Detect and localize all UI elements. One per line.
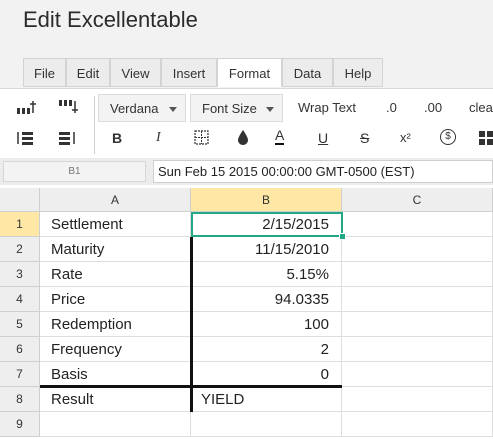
cell-b9[interactable] — [191, 412, 342, 437]
cell-b4[interactable]: 94.0335 — [191, 287, 342, 312]
chevron-down-icon — [266, 107, 274, 112]
column-header-a[interactable]: A — [40, 188, 191, 212]
cell-a8[interactable]: Result — [40, 387, 191, 412]
row-header[interactable]: 2 — [0, 237, 40, 262]
tab-help[interactable]: Help — [333, 58, 383, 87]
cell-c3[interactable] — [342, 262, 493, 287]
font-family-dropdown[interactable]: Verdana — [98, 94, 186, 122]
insert-column-left-icon[interactable] — [16, 130, 36, 146]
cell-c4[interactable] — [342, 287, 493, 312]
cell-c9[interactable] — [342, 412, 493, 437]
font-color-button[interactable]: A — [275, 128, 285, 145]
cell-a7[interactable]: Basis — [40, 362, 191, 387]
row-header[interactable]: 5 — [0, 312, 40, 337]
cell-b8[interactable]: YIELD — [191, 387, 342, 412]
active-cell-selection — [191, 212, 343, 237]
column-header-c[interactable]: C — [342, 188, 493, 212]
cell-a4[interactable]: Price — [40, 287, 191, 312]
title-bar: Edit Excellentable — [0, 0, 493, 48]
fill-color-icon[interactable] — [236, 129, 250, 146]
insert-column-right-icon[interactable] — [58, 130, 78, 146]
wrap-text-button[interactable]: Wrap Text — [298, 100, 356, 115]
tab-insert[interactable]: Insert — [161, 58, 217, 87]
underline-button[interactable]: U — [318, 130, 328, 146]
increase-decimal-button[interactable]: .00 — [424, 100, 442, 115]
cell-border-bottom — [40, 385, 342, 388]
font-size-dropdown[interactable]: Font Size — [190, 94, 283, 122]
cell-a6[interactable]: Frequency — [40, 337, 191, 362]
cell-b2[interactable]: 11/15/2010 — [191, 237, 342, 262]
row-header[interactable]: 4 — [0, 287, 40, 312]
font-family-value: Verdana — [110, 101, 159, 116]
tab-data[interactable]: Data — [282, 58, 333, 87]
italic-button[interactable]: I — [156, 130, 161, 146]
select-all-corner[interactable] — [0, 188, 40, 212]
decrease-decimal-button[interactable]: .0 — [386, 100, 397, 115]
tab-view[interactable]: View — [110, 58, 161, 87]
cell-b5[interactable]: 100 — [191, 312, 342, 337]
row-header[interactable]: 8 — [0, 387, 40, 412]
strikethrough-button[interactable]: S — [360, 130, 369, 146]
cell-reference-box[interactable]: B1 — [3, 161, 146, 182]
tab-format[interactable]: Format — [217, 58, 282, 87]
cell-a2[interactable]: Maturity — [40, 237, 191, 262]
cell-a9[interactable] — [40, 412, 191, 437]
bold-button[interactable]: B — [112, 130, 122, 146]
cell-c6[interactable] — [342, 337, 493, 362]
currency-button[interactable]: $ — [440, 129, 456, 145]
app-title: Edit Excellentable — [23, 7, 198, 32]
superscript-button[interactable]: x² — [400, 130, 411, 145]
font-size-value: Font Size — [202, 101, 257, 116]
row-header[interactable]: 1 — [0, 212, 40, 237]
tab-edit[interactable]: Edit — [66, 58, 110, 87]
column-header-b[interactable]: B — [191, 188, 342, 212]
formula-input[interactable]: Sun Feb 15 2015 00:00:00 GMT-0500 (EST) — [153, 160, 493, 183]
cell-c2[interactable] — [342, 237, 493, 262]
cell-a5[interactable]: Redemption — [40, 312, 191, 337]
row-header[interactable]: 7 — [0, 362, 40, 387]
borders-icon[interactable] — [194, 130, 210, 146]
cell-a1[interactable]: Settlement — [40, 212, 191, 237]
cell-c1[interactable] — [342, 212, 493, 237]
tab-file[interactable]: File — [23, 58, 66, 87]
clear-button[interactable]: clea — [469, 100, 493, 115]
insert-row-below-icon[interactable] — [58, 99, 78, 115]
toolbar-separator — [94, 96, 95, 154]
insert-row-above-icon[interactable] — [16, 99, 36, 115]
cell-c5[interactable] — [342, 312, 493, 337]
chevron-down-icon — [169, 107, 177, 112]
cell-b6[interactable]: 2 — [191, 337, 342, 362]
more-formats-icon[interactable] — [478, 130, 493, 146]
cell-c7[interactable] — [342, 362, 493, 387]
row-header[interactable]: 6 — [0, 337, 40, 362]
row-header[interactable]: 3 — [0, 262, 40, 287]
fill-handle[interactable] — [339, 233, 346, 240]
cell-a3[interactable]: Rate — [40, 262, 191, 287]
cell-c8[interactable] — [342, 387, 493, 412]
cell-b3[interactable]: 5.15% — [191, 262, 342, 287]
row-header[interactable]: 9 — [0, 412, 40, 437]
cell-b7[interactable]: 0 — [191, 362, 342, 387]
